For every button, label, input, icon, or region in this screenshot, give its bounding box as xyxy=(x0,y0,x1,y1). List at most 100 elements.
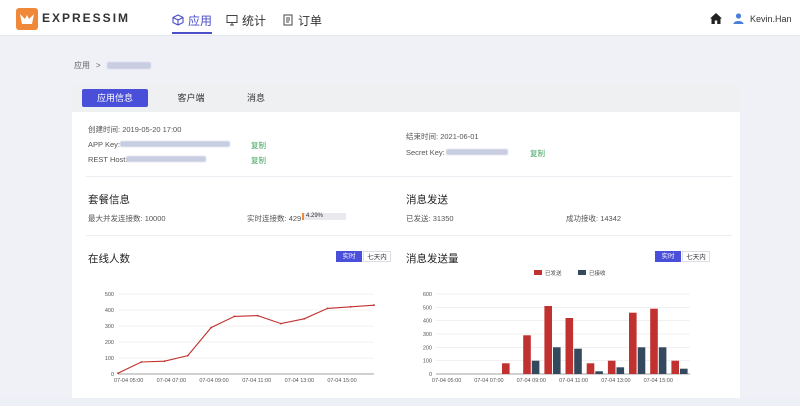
online-users-series-line xyxy=(117,304,375,374)
tab-clients[interactable]: 客户端 xyxy=(166,89,216,107)
y-tick-label: 100 xyxy=(105,356,114,362)
online-users-chart-title: 在线人数 xyxy=(88,253,130,265)
breadcrumb: 应用 > xyxy=(74,60,151,71)
expire-label: 结束时间: xyxy=(406,132,439,141)
received-bar xyxy=(531,360,540,374)
messages-received: 成功接收: 14342 xyxy=(566,213,621,224)
sent-bar xyxy=(565,318,574,374)
data-point xyxy=(373,304,375,307)
y-tick-label: 500 xyxy=(423,305,432,311)
x-tick-label: 07-04 07:00 xyxy=(474,378,503,384)
sent-bar xyxy=(544,306,552,374)
y-tick-label: 100 xyxy=(423,359,432,365)
realtime-connections: 实时连接数: 429 xyxy=(247,213,301,224)
legend-swatch xyxy=(578,270,586,275)
max-connections-value: 10000 xyxy=(144,214,166,223)
x-tick-label: 07-04 13:00 xyxy=(285,378,314,384)
online-realtime-toggle[interactable]: 实时 xyxy=(336,251,362,262)
logo-icon xyxy=(16,8,38,30)
data-point xyxy=(163,360,166,363)
realtime-connections-value: 429 xyxy=(288,214,302,223)
message-realtime-toggle[interactable]: 实时 xyxy=(655,251,681,262)
nav-orders-label: 订单 xyxy=(298,13,323,28)
package-title: 套餐信息 xyxy=(88,194,130,206)
created-label: 创建时间: xyxy=(88,125,121,134)
y-tick-label: 500 xyxy=(105,292,114,298)
connection-usage-bar: 4.29% xyxy=(302,213,346,220)
realtime-connections-label: 实时连接数: xyxy=(247,214,287,223)
rest-host-value-redacted xyxy=(126,156,206,162)
sent-bar xyxy=(586,363,595,374)
x-tick-label: 07-04 07:00 xyxy=(157,378,186,384)
y-tick-label: 300 xyxy=(105,324,114,330)
user-name[interactable]: Kevin.Han xyxy=(750,14,792,24)
created-time: 创建时间: 2019-05-20 17:00 xyxy=(88,124,181,135)
sent-bar xyxy=(607,360,616,374)
copy-secret-key-button[interactable]: 复制 xyxy=(530,148,545,159)
sent-bar xyxy=(629,312,637,374)
nav-orders[interactable]: 订单 xyxy=(282,10,322,30)
data-point xyxy=(117,372,119,375)
home-icon[interactable] xyxy=(710,13,722,24)
messages-received-label: 成功接收: xyxy=(566,214,599,223)
received-bar xyxy=(574,348,582,374)
expire-value: 2021-06-01 xyxy=(440,132,479,141)
legend-label: 已接收 xyxy=(589,269,606,277)
nav-statistics[interactable]: 统计 xyxy=(226,10,266,30)
logo-text: EXPRESSIM xyxy=(42,11,131,25)
messages-sent: 已发送: 31350 xyxy=(406,213,454,224)
data-point xyxy=(280,322,282,325)
y-tick-label: 400 xyxy=(105,308,114,314)
x-tick-label: 07-04 11:00 xyxy=(559,378,588,384)
data-point xyxy=(210,326,212,329)
x-tick-label: 07-04 05:00 xyxy=(432,378,461,384)
connection-usage-fill xyxy=(302,213,304,220)
tab-app-info[interactable]: 应用信息 xyxy=(82,89,148,107)
sent-bar xyxy=(671,360,679,374)
y-tick-label: 200 xyxy=(105,340,114,346)
app-key-value-redacted xyxy=(120,141,230,147)
max-connections: 最大并发连接数: 10000 xyxy=(88,213,166,224)
monitor-icon xyxy=(226,15,238,26)
breadcrumb-root[interactable]: 应用 xyxy=(74,60,90,71)
online-seven-days-toggle[interactable]: 七天内 xyxy=(363,251,391,262)
divider xyxy=(86,176,732,177)
nav-apps[interactable]: 应用 xyxy=(172,10,213,34)
created-value: 2019-05-20 17:00 xyxy=(122,125,182,134)
data-point xyxy=(256,314,259,317)
data-point xyxy=(233,315,236,318)
data-point xyxy=(349,305,352,308)
legend-label: 已发送 xyxy=(545,269,562,277)
x-tick-label: 07-04 11:00 xyxy=(242,378,271,384)
rest-host-label: REST Host: xyxy=(88,155,128,164)
received-bar xyxy=(595,371,603,374)
legend-swatch xyxy=(534,270,542,275)
copy-rest-host-button[interactable]: 复制 xyxy=(251,155,266,166)
breadcrumb-app-name-redacted xyxy=(106,62,151,69)
x-tick-label: 07-04 15:00 xyxy=(644,378,673,384)
y-tick-label: 200 xyxy=(423,345,432,351)
y-tick-label: 300 xyxy=(423,332,432,338)
x-tick-label: 07-04 05:00 xyxy=(114,378,143,384)
x-tick-label: 07-04 15:00 xyxy=(327,378,356,384)
online-users-line-chart: 010020030040050007-04 05:00 07-04 07:00 07… xyxy=(105,292,375,384)
messages-title: 消息发送 xyxy=(406,194,448,206)
breadcrumb-separator: > xyxy=(96,61,101,70)
messages-received-value: 14342 xyxy=(600,214,622,223)
data-point xyxy=(140,361,143,363)
received-bar xyxy=(637,347,646,374)
messages-sent-value: 31350 xyxy=(432,214,454,223)
received-bar xyxy=(658,347,667,374)
copy-app-key-button[interactable]: 复制 xyxy=(251,140,266,151)
y-tick-label: 600 xyxy=(423,292,432,298)
received-bar xyxy=(616,367,625,374)
connection-usage-percent: 4.29% xyxy=(306,213,324,219)
message-seven-days-toggle[interactable]: 七天内 xyxy=(682,251,710,262)
user-icon[interactable] xyxy=(733,13,744,24)
data-point xyxy=(186,354,189,357)
sent-bar xyxy=(650,308,658,374)
max-connections-label: 最大并发连接数: xyxy=(88,214,143,223)
tab-messages[interactable]: 消息 xyxy=(236,89,276,107)
message-volume-bar-chart: 010020030040050060007-04 05:00 07-04 07:0… xyxy=(423,269,690,384)
received-bar xyxy=(553,347,561,374)
